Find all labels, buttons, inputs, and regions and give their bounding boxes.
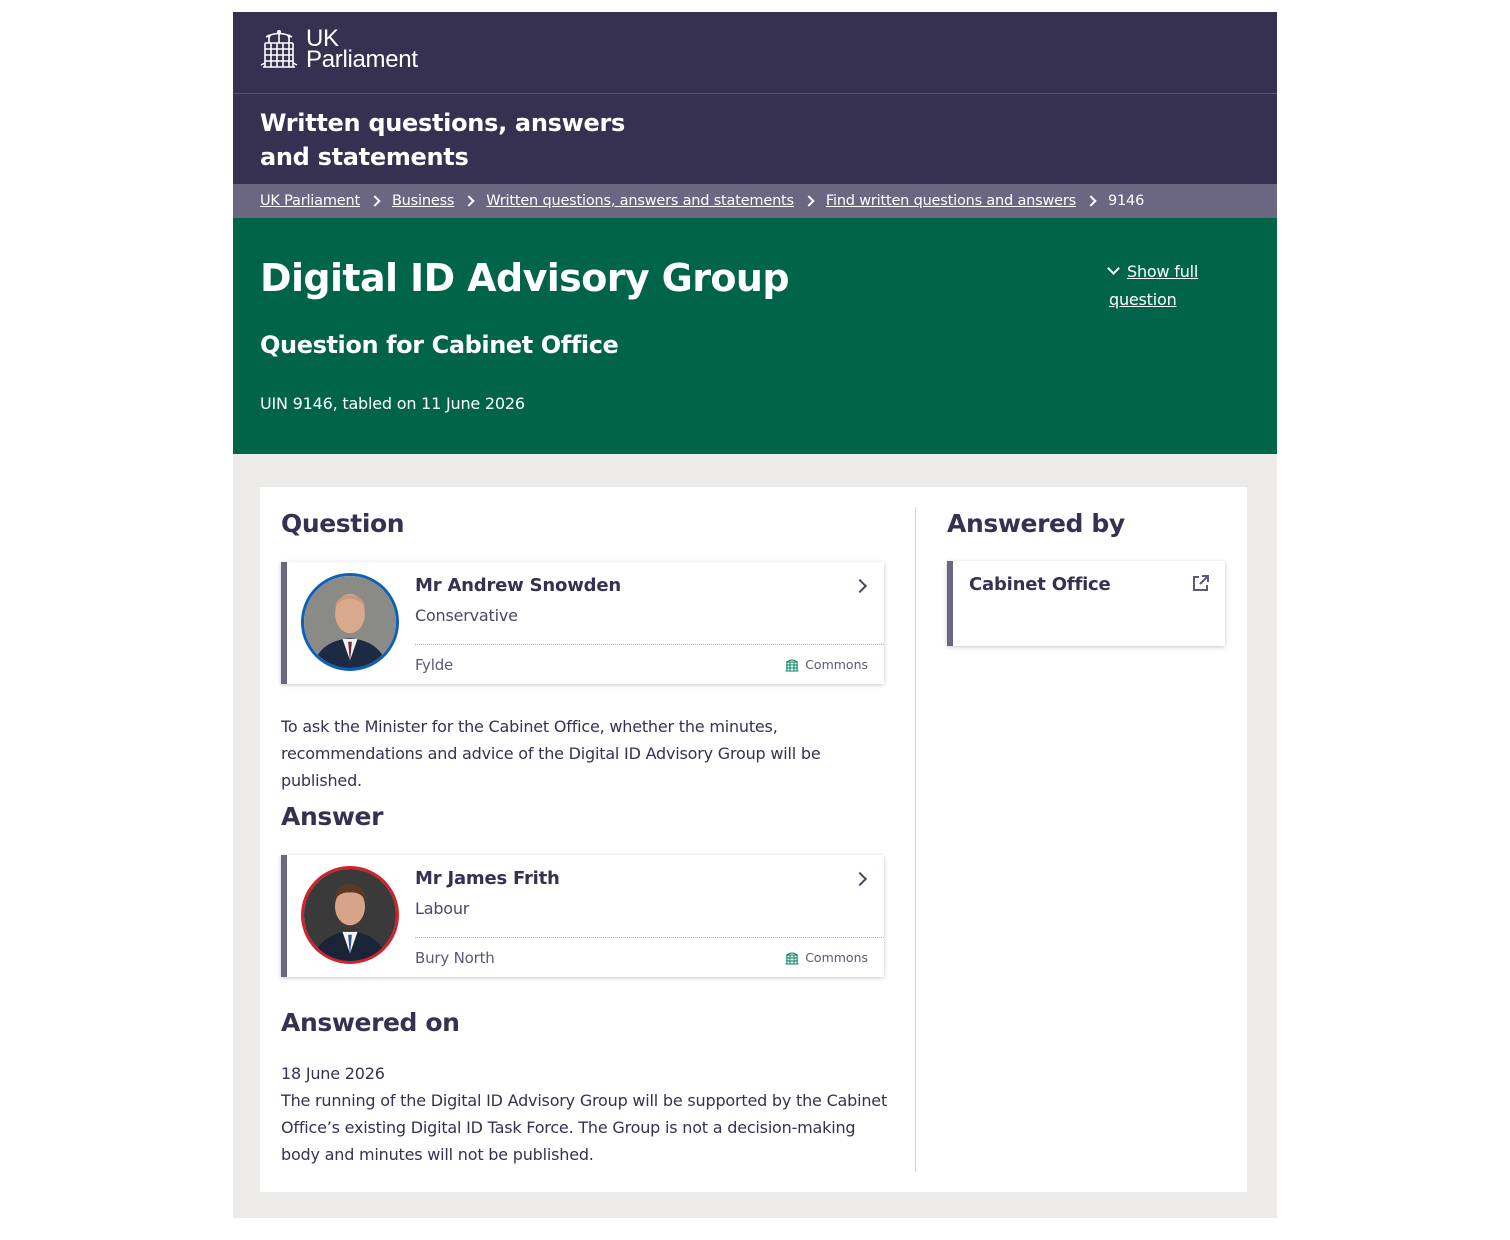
page-title: Digital ID Advisory Group (260, 256, 790, 300)
answer-heading: Answer (281, 802, 384, 831)
chevron-right-icon (1085, 195, 1097, 207)
department-name[interactable]: Cabinet Office (969, 574, 1111, 595)
house-label: Commons (785, 950, 868, 965)
member-party: Conservative (415, 606, 518, 625)
member-constituency: Fylde (415, 656, 454, 674)
member-photo-james-frith (304, 869, 396, 961)
member-card-answerer[interactable]: Mr James Frith Labour Bury North Commons (281, 855, 884, 977)
member-card-questioner[interactable]: Mr Andrew Snowden Conservative Fylde Com… (281, 562, 884, 684)
chevron-right-icon (852, 578, 868, 594)
avatar (301, 866, 399, 964)
portcullis-icon (785, 952, 799, 964)
portcullis-icon (785, 659, 799, 671)
uk-parliament-logo[interactable]: UK Parliament (260, 27, 418, 73)
chevron-right-icon (852, 871, 868, 887)
portcullis-icon (260, 30, 298, 68)
answered-on-date: 18 June 2026 (281, 1064, 385, 1083)
avatar (301, 573, 399, 671)
show-full-question-link-line1[interactable]: Show full (1127, 262, 1198, 281)
section-title-link[interactable]: Written questions, answers and statement… (260, 106, 680, 174)
external-link-icon (1193, 575, 1209, 591)
house-name: Commons (805, 950, 868, 965)
answer-text: The running of the Digital ID Advisory G… (281, 1091, 888, 1164)
answered-by-heading: Answered by (947, 509, 1125, 538)
section-header: Written questions, answers and statement… (233, 94, 1277, 184)
logo-wordmark: UK Parliament (306, 27, 418, 73)
page-container: UK Parliament Written questions, answers… (233, 12, 1277, 1218)
member-constituency: Bury North (415, 949, 495, 967)
chevron-right-icon (803, 195, 815, 207)
page-subtitle: Question for Cabinet Office (260, 331, 619, 359)
breadcrumb-written-questions[interactable]: Written questions, answers and statement… (486, 193, 794, 209)
card-divider (415, 644, 884, 645)
chevron-right-icon (369, 195, 381, 207)
breadcrumb-business[interactable]: Business (392, 193, 455, 209)
breadcrumb-uk-parliament[interactable]: UK Parliament (260, 193, 360, 209)
member-party: Labour (415, 899, 470, 918)
answered-on-heading: Answered on (281, 1008, 460, 1037)
member-photo-andrew-snowden (304, 576, 396, 668)
member-name[interactable]: Mr Andrew Snowden (415, 575, 621, 596)
house-name: Commons (805, 657, 868, 672)
breadcrumb-current: 9146 (1108, 193, 1145, 209)
show-full-question-link-line2[interactable]: question (1109, 290, 1177, 309)
masthead: UK Parliament (233, 12, 1277, 94)
column-divider (915, 507, 916, 1172)
question-heading: Question (281, 509, 405, 538)
chevron-down-icon (1107, 262, 1120, 275)
question-text: To ask the Minister for the Cabinet Offi… (281, 717, 821, 790)
breadcrumb-find-written-questions[interactable]: Find written questions and answers (826, 193, 1076, 209)
breadcrumb: UK Parliament Business Written questions… (233, 184, 1277, 218)
chevron-right-icon (463, 195, 475, 207)
card-divider (415, 937, 884, 938)
show-full-question-toggle[interactable]: Show full question (1107, 258, 1229, 314)
uin-tabled-date: UIN 9146, tabled on 11 June 2026 (260, 394, 525, 413)
logo-line-parliament: Parliament (306, 46, 418, 73)
department-card[interactable]: Cabinet Office (947, 561, 1225, 646)
main-content: Question Mr Andrew Snowden Conservative … (260, 487, 1247, 1192)
member-name[interactable]: Mr James Frith (415, 868, 560, 889)
question-hero: Digital ID Advisory Group Question for C… (233, 218, 1277, 454)
house-label: Commons (785, 657, 868, 672)
